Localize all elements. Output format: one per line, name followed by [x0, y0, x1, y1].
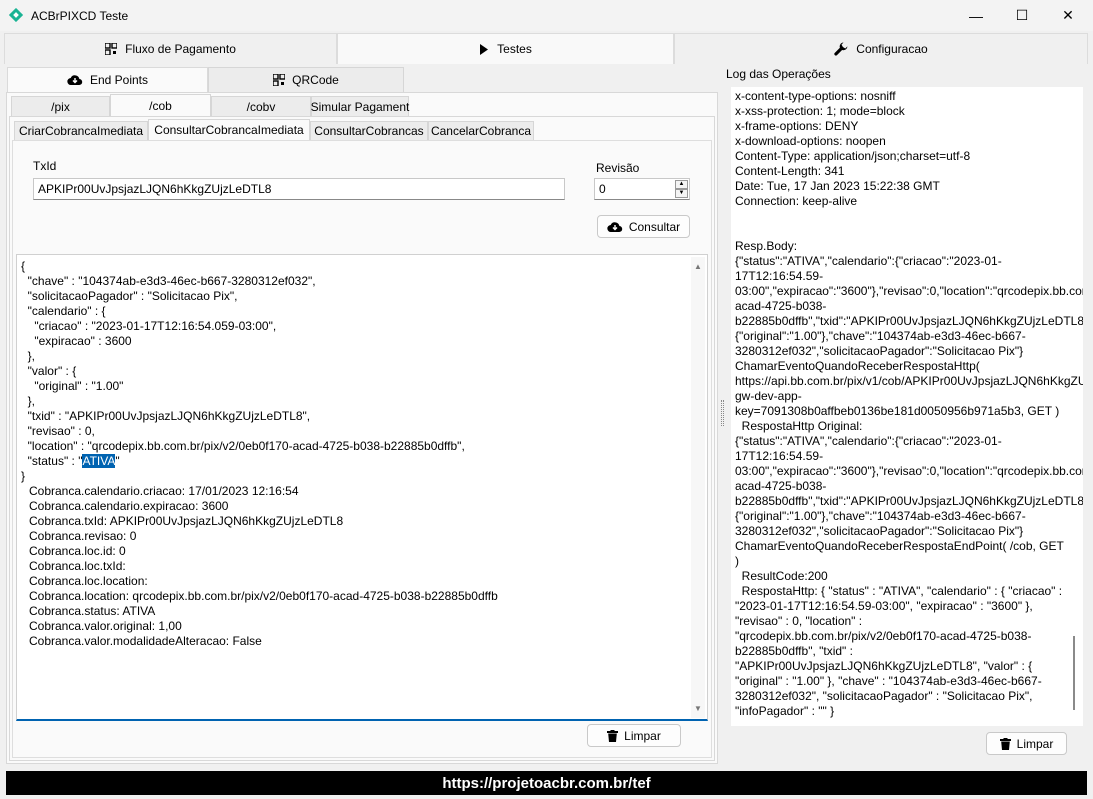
- limpar-log-button[interactable]: Limpar: [986, 732, 1067, 755]
- result-line: Cobranca.loc.location:: [29, 574, 148, 588]
- limpar-label: Limpar: [1016, 736, 1054, 751]
- result-line: Cobranca.txId: APKIPr00UvJpsjazLJQN6hKkg…: [29, 514, 344, 528]
- result-line: Cobranca.valor.original: 1,00: [29, 619, 182, 633]
- log-title: Log das Operações: [726, 67, 831, 81]
- tab-consultar-cobrancas[interactable]: ConsultarCobrancas: [310, 121, 428, 141]
- cloud-download-icon: [67, 74, 83, 86]
- tab-label: Testes: [497, 42, 532, 56]
- tab-label: Configuracao: [856, 42, 928, 56]
- tab-testes[interactable]: Testes: [337, 33, 674, 65]
- limpar-label: Limpar: [624, 728, 661, 743]
- log-scrollbar[interactable]: [1067, 89, 1081, 726]
- result-line: Cobranca.valor.modalidadeAlteracao: Fals…: [29, 634, 262, 648]
- txid-input[interactable]: [33, 178, 565, 200]
- result-line: Cobranca.loc.id: 0: [29, 544, 126, 558]
- tab-end-points[interactable]: End Points: [7, 67, 208, 93]
- trash-icon: [999, 737, 1011, 750]
- result-line: Cobranca.loc.txId:: [29, 559, 126, 573]
- result-line: Cobranca.location: qrcodepix.bb.com.br/p…: [29, 589, 498, 603]
- minimize-button[interactable]: —: [953, 0, 999, 31]
- app-logo-icon: [9, 8, 23, 22]
- revisao-label: Revisão: [596, 161, 640, 175]
- scroll-down-arrow-icon[interactable]: ▼: [691, 701, 705, 716]
- trash-icon: [607, 729, 619, 742]
- txid-label: TxId: [33, 159, 57, 173]
- spin-up-button[interactable]: ▲: [675, 180, 688, 189]
- tab-simular-pagamento[interactable]: Simular Pagament: [311, 96, 409, 117]
- result-json: { "chave" : "104374ab-e3d3-46ec-b667-328…: [21, 259, 465, 483]
- close-button[interactable]: ✕: [1045, 0, 1091, 31]
- qrcode-icon: [273, 74, 286, 86]
- tab-label: Fluxo de Pagamento: [125, 42, 236, 56]
- consultar-button[interactable]: Consultar: [597, 215, 690, 238]
- tab-fluxo-de-pagamento[interactable]: Fluxo de Pagamento: [4, 33, 337, 65]
- scroll-up-arrow-icon[interactable]: ▲: [691, 259, 705, 274]
- wrench-icon: [834, 42, 848, 56]
- tab-consultar-cobranca-imediata[interactable]: ConsultarCobrancaImediata: [148, 119, 310, 141]
- tab-cobv[interactable]: /cobv: [211, 96, 311, 117]
- result-scrollbar[interactable]: ▲ ▼: [691, 257, 705, 718]
- tab-cancelar-cobranca[interactable]: CancelarCobranca: [428, 121, 534, 141]
- result-line: Cobranca.status: ATIVA: [29, 604, 156, 618]
- selected-text: ATIVA: [82, 454, 116, 468]
- footer-link[interactable]: https://projetoacbr.com.br/tef: [6, 771, 1087, 795]
- result-memo[interactable]: { "chave" : "104374ab-e3d3-46ec-b667-328…: [16, 254, 708, 721]
- qrcode-icon: [105, 43, 118, 55]
- consultar-label: Consultar: [628, 219, 681, 234]
- spin-down-button[interactable]: ▼: [675, 189, 688, 198]
- cloud-download-icon: [607, 221, 623, 233]
- window-title: ACBrPIXCD Teste: [31, 9, 129, 23]
- tab-cob[interactable]: /cob: [110, 94, 211, 117]
- splitter-handle[interactable]: [721, 400, 724, 426]
- tab-qrcode[interactable]: QRCode: [208, 67, 404, 93]
- log-text: x-content-type-options: nosniff x-xss-pr…: [735, 89, 1084, 718]
- maximize-button[interactable]: ☐: [999, 0, 1045, 31]
- result-lines: Cobranca.calendario.criacao: 17/01/2023 …: [21, 484, 689, 649]
- tab-label: End Points: [89, 73, 149, 87]
- log-memo[interactable]: x-content-type-options: nosniff x-xss-pr…: [730, 86, 1084, 727]
- tab-pix[interactable]: /pix: [11, 96, 110, 117]
- log-scroll-thumb[interactable]: [1073, 636, 1075, 710]
- tab-configuracao[interactable]: Configuracao: [674, 33, 1088, 65]
- tab-label: QRCode: [292, 73, 339, 87]
- title-bar: ACBrPIXCD Teste — ☐ ✕: [0, 0, 1093, 31]
- result-line: Cobranca.calendario.criacao: 17/01/2023 …: [29, 484, 299, 498]
- limpar-result-button[interactable]: Limpar: [587, 724, 681, 747]
- tab-criar-cobranca-imediata[interactable]: CriarCobrancaImediata: [14, 121, 148, 141]
- result-line: Cobranca.revisao: 0: [29, 529, 137, 543]
- play-icon: [479, 43, 489, 55]
- result-line: Cobranca.calendario.expiracao: 3600: [29, 499, 229, 513]
